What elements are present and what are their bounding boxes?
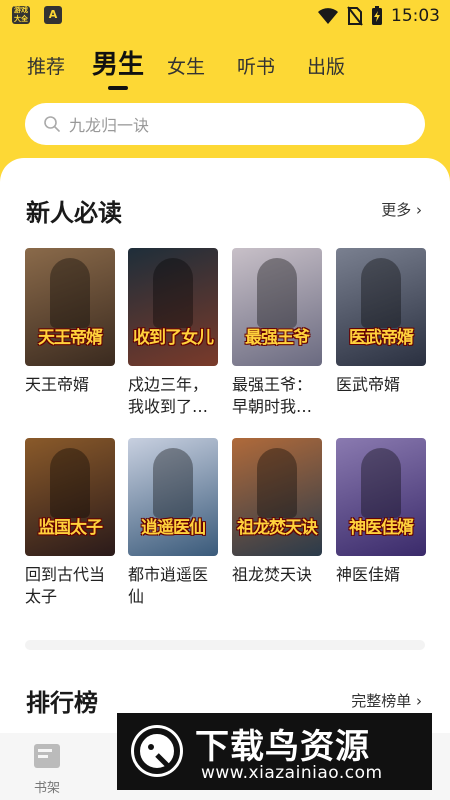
cover-text: 逍遥医仙: [141, 518, 206, 538]
chevron-right-icon: ›: [411, 692, 422, 710]
section-divider: [25, 640, 425, 650]
search-bar[interactable]: 九龙归一诀: [25, 103, 425, 145]
book-title: 回到古代当太子: [25, 565, 106, 606]
full-ranking-label: 完整榜单: [351, 692, 412, 710]
book-cover: 祖龙焚天诀: [232, 438, 322, 556]
tab-female[interactable]: 女生: [167, 52, 205, 79]
book-title: 最强王爷：早朝时我…: [232, 375, 313, 416]
cover-text: 收到了女儿: [133, 328, 214, 348]
active-tab-indicator: [108, 86, 128, 90]
tab-publishing[interactable]: 出版: [307, 52, 345, 79]
cover-text: 祖龙焚天诀: [237, 518, 318, 538]
more-link[interactable]: 更多 ›: [381, 199, 422, 220]
watermark-banner: 下载鸟资源 www.xiazainiao.com: [117, 713, 432, 790]
section-title-ranking: 排行榜: [26, 689, 98, 717]
nav-bookshelf[interactable]: 书架: [30, 743, 64, 796]
book-cover: 监国太子: [25, 438, 115, 556]
tab-audiobook[interactable]: 听书: [237, 52, 275, 79]
book-card[interactable]: 监国太子 回到古代当太子: [25, 438, 115, 608]
book-title: 都市逍遥医仙: [128, 565, 209, 606]
cover-text: 神医佳婿: [349, 518, 414, 538]
book-title: 戍边三年，我收到了…: [128, 375, 209, 416]
search-placeholder: 九龙归一诀: [69, 116, 150, 135]
book-cover: 最强王爷: [232, 248, 322, 366]
book-card[interactable]: 医武帝婿 医武帝婿: [336, 248, 426, 396]
book-cover: 医武帝婿: [336, 248, 426, 366]
bookshelf-icon: [34, 744, 60, 768]
wifi-icon: [318, 8, 338, 24]
book-card[interactable]: 神医佳婿 神医佳婿: [336, 438, 426, 586]
search-icon: [44, 116, 60, 132]
cover-text: 监国太子: [38, 518, 103, 538]
book-card[interactable]: 收到了女儿 戍边三年，我收到了…: [128, 248, 218, 418]
nav-bookshelf-label: 书架: [33, 781, 60, 796]
more-label: 更多: [381, 201, 412, 219]
game-center-app-icon: 游戏 大全: [12, 6, 30, 24]
book-title: 神医佳婿: [336, 565, 401, 584]
watermark-url: www.xiazainiao.com: [201, 763, 383, 783]
full-ranking-link[interactable]: 完整榜单 ›: [351, 690, 422, 711]
category-tabs: 推荐 男生 女生 听书 出版: [0, 44, 450, 94]
clock: 15:03: [391, 6, 440, 26]
book-card[interactable]: 最强王爷 最强王爷：早朝时我…: [232, 248, 322, 418]
status-bar: 游戏 大全 A 15:03: [0, 0, 450, 32]
book-card[interactable]: 逍遥医仙 都市逍遥医仙: [128, 438, 218, 608]
cover-text: 医武帝婿: [349, 328, 414, 348]
chevron-right-icon: ›: [411, 201, 422, 219]
book-title: 天王帝婿: [25, 375, 90, 394]
tab-recommend[interactable]: 推荐: [27, 52, 65, 79]
book-title: 祖龙焚天诀: [232, 565, 313, 584]
book-card[interactable]: 天王帝婿 天王帝婿: [25, 248, 115, 396]
tab-male[interactable]: 男生: [92, 44, 144, 81]
book-cover: 神医佳婿: [336, 438, 426, 556]
bird-logo-icon: [131, 725, 183, 777]
book-card[interactable]: 祖龙焚天诀 祖龙焚天诀: [232, 438, 322, 586]
battery-charging-icon: [372, 6, 382, 25]
cover-text: 最强王爷: [245, 328, 310, 348]
a-app-icon: A: [44, 6, 62, 24]
book-cover: 天王帝婿: [25, 248, 115, 366]
book-cover: 收到了女儿: [128, 248, 218, 366]
book-cover: 逍遥医仙: [128, 438, 218, 556]
section-title-new-readers: 新人必读: [26, 199, 122, 227]
watermark-title: 下载鸟资源: [195, 727, 370, 767]
no-sim-icon: [347, 6, 363, 26]
book-title: 医武帝婿: [336, 375, 401, 394]
cover-text: 天王帝婿: [38, 328, 103, 348]
